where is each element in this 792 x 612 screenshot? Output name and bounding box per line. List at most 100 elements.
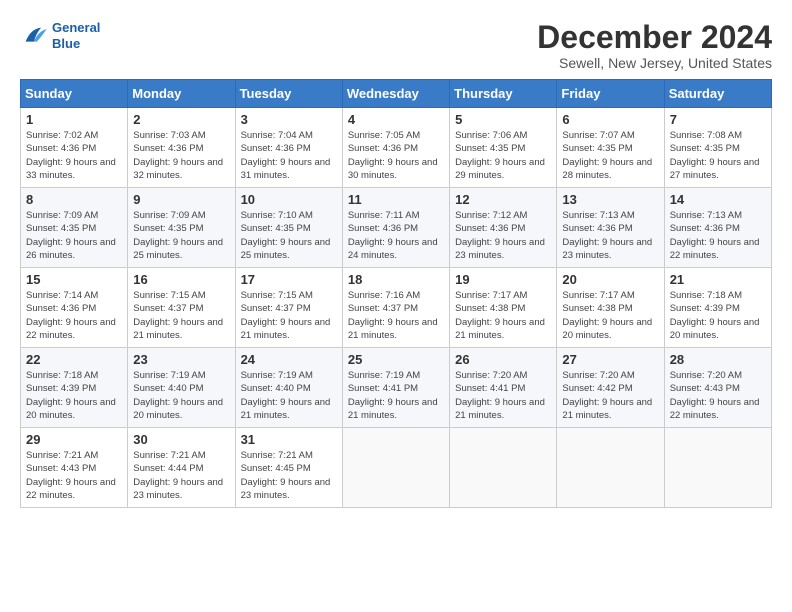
day-number: 8 <box>26 192 122 207</box>
day-info: Sunrise: 7:11 AM Sunset: 4:36 PM Dayligh… <box>348 209 444 262</box>
day-info: Sunrise: 7:08 AM Sunset: 4:35 PM Dayligh… <box>670 129 766 182</box>
logo-icon <box>20 22 48 50</box>
day-info: Sunrise: 7:13 AM Sunset: 4:36 PM Dayligh… <box>670 209 766 262</box>
day-number: 7 <box>670 112 766 127</box>
day-number: 1 <box>26 112 122 127</box>
calendar-subtitle: Sewell, New Jersey, United States <box>537 55 772 71</box>
day-info: Sunrise: 7:16 AM Sunset: 4:37 PM Dayligh… <box>348 289 444 342</box>
calendar-day-cell: 8 Sunrise: 7:09 AM Sunset: 4:35 PM Dayli… <box>21 188 128 268</box>
day-info: Sunrise: 7:09 AM Sunset: 4:35 PM Dayligh… <box>133 209 229 262</box>
day-info: Sunrise: 7:14 AM Sunset: 4:36 PM Dayligh… <box>26 289 122 342</box>
calendar-day-cell: 24 Sunrise: 7:19 AM Sunset: 4:40 PM Dayl… <box>235 348 342 428</box>
day-info: Sunrise: 7:20 AM Sunset: 4:43 PM Dayligh… <box>670 369 766 422</box>
day-number: 25 <box>348 352 444 367</box>
calendar-day-cell: 11 Sunrise: 7:11 AM Sunset: 4:36 PM Dayl… <box>342 188 449 268</box>
calendar-day-cell <box>342 428 449 508</box>
calendar-week-row: 22 Sunrise: 7:18 AM Sunset: 4:39 PM Dayl… <box>21 348 772 428</box>
weekday-header: Thursday <box>450 80 557 108</box>
day-number: 19 <box>455 272 551 287</box>
calendar-day-cell: 12 Sunrise: 7:12 AM Sunset: 4:36 PM Dayl… <box>450 188 557 268</box>
calendar-day-cell: 2 Sunrise: 7:03 AM Sunset: 4:36 PM Dayli… <box>128 108 235 188</box>
day-info: Sunrise: 7:21 AM Sunset: 4:44 PM Dayligh… <box>133 449 229 502</box>
day-info: Sunrise: 7:09 AM Sunset: 4:35 PM Dayligh… <box>26 209 122 262</box>
calendar-day-cell <box>450 428 557 508</box>
calendar-day-cell: 19 Sunrise: 7:17 AM Sunset: 4:38 PM Dayl… <box>450 268 557 348</box>
calendar-day-cell: 17 Sunrise: 7:15 AM Sunset: 4:37 PM Dayl… <box>235 268 342 348</box>
day-number: 29 <box>26 432 122 447</box>
day-info: Sunrise: 7:17 AM Sunset: 4:38 PM Dayligh… <box>562 289 658 342</box>
weekday-header: Monday <box>128 80 235 108</box>
calendar-day-cell: 10 Sunrise: 7:10 AM Sunset: 4:35 PM Dayl… <box>235 188 342 268</box>
calendar-day-cell: 23 Sunrise: 7:19 AM Sunset: 4:40 PM Dayl… <box>128 348 235 428</box>
day-info: Sunrise: 7:02 AM Sunset: 4:36 PM Dayligh… <box>26 129 122 182</box>
calendar-day-cell: 30 Sunrise: 7:21 AM Sunset: 4:44 PM Dayl… <box>128 428 235 508</box>
calendar-header-row: SundayMondayTuesdayWednesdayThursdayFrid… <box>21 80 772 108</box>
day-number: 28 <box>670 352 766 367</box>
day-number: 22 <box>26 352 122 367</box>
calendar-day-cell: 9 Sunrise: 7:09 AM Sunset: 4:35 PM Dayli… <box>128 188 235 268</box>
day-info: Sunrise: 7:19 AM Sunset: 4:41 PM Dayligh… <box>348 369 444 422</box>
calendar-week-row: 1 Sunrise: 7:02 AM Sunset: 4:36 PM Dayli… <box>21 108 772 188</box>
weekday-header: Saturday <box>664 80 771 108</box>
calendar-day-cell: 26 Sunrise: 7:20 AM Sunset: 4:41 PM Dayl… <box>450 348 557 428</box>
day-number: 26 <box>455 352 551 367</box>
day-info: Sunrise: 7:05 AM Sunset: 4:36 PM Dayligh… <box>348 129 444 182</box>
day-number: 24 <box>241 352 337 367</box>
calendar-day-cell: 29 Sunrise: 7:21 AM Sunset: 4:43 PM Dayl… <box>21 428 128 508</box>
day-info: Sunrise: 7:06 AM Sunset: 4:35 PM Dayligh… <box>455 129 551 182</box>
calendar-day-cell: 3 Sunrise: 7:04 AM Sunset: 4:36 PM Dayli… <box>235 108 342 188</box>
day-info: Sunrise: 7:15 AM Sunset: 4:37 PM Dayligh… <box>133 289 229 342</box>
calendar-day-cell <box>557 428 664 508</box>
day-number: 4 <box>348 112 444 127</box>
calendar-week-row: 15 Sunrise: 7:14 AM Sunset: 4:36 PM Dayl… <box>21 268 772 348</box>
calendar-day-cell: 25 Sunrise: 7:19 AM Sunset: 4:41 PM Dayl… <box>342 348 449 428</box>
day-number: 6 <box>562 112 658 127</box>
calendar-day-cell: 27 Sunrise: 7:20 AM Sunset: 4:42 PM Dayl… <box>557 348 664 428</box>
day-info: Sunrise: 7:13 AM Sunset: 4:36 PM Dayligh… <box>562 209 658 262</box>
day-number: 2 <box>133 112 229 127</box>
day-number: 5 <box>455 112 551 127</box>
weekday-header: Friday <box>557 80 664 108</box>
calendar-day-cell: 13 Sunrise: 7:13 AM Sunset: 4:36 PM Dayl… <box>557 188 664 268</box>
calendar-day-cell: 28 Sunrise: 7:20 AM Sunset: 4:43 PM Dayl… <box>664 348 771 428</box>
day-info: Sunrise: 7:10 AM Sunset: 4:35 PM Dayligh… <box>241 209 337 262</box>
day-info: Sunrise: 7:20 AM Sunset: 4:42 PM Dayligh… <box>562 369 658 422</box>
calendar-day-cell: 18 Sunrise: 7:16 AM Sunset: 4:37 PM Dayl… <box>342 268 449 348</box>
calendar-table: SundayMondayTuesdayWednesdayThursdayFrid… <box>20 79 772 508</box>
day-number: 20 <box>562 272 658 287</box>
calendar-day-cell: 20 Sunrise: 7:17 AM Sunset: 4:38 PM Dayl… <box>557 268 664 348</box>
day-number: 30 <box>133 432 229 447</box>
day-number: 18 <box>348 272 444 287</box>
logo: General Blue <box>20 20 100 51</box>
day-info: Sunrise: 7:18 AM Sunset: 4:39 PM Dayligh… <box>26 369 122 422</box>
day-number: 14 <box>670 192 766 207</box>
day-info: Sunrise: 7:17 AM Sunset: 4:38 PM Dayligh… <box>455 289 551 342</box>
day-number: 11 <box>348 192 444 207</box>
weekday-header: Wednesday <box>342 80 449 108</box>
day-number: 23 <box>133 352 229 367</box>
calendar-week-row: 8 Sunrise: 7:09 AM Sunset: 4:35 PM Dayli… <box>21 188 772 268</box>
day-info: Sunrise: 7:04 AM Sunset: 4:36 PM Dayligh… <box>241 129 337 182</box>
day-number: 21 <box>670 272 766 287</box>
calendar-day-cell: 6 Sunrise: 7:07 AM Sunset: 4:35 PM Dayli… <box>557 108 664 188</box>
day-number: 9 <box>133 192 229 207</box>
day-number: 16 <box>133 272 229 287</box>
calendar-day-cell: 16 Sunrise: 7:15 AM Sunset: 4:37 PM Dayl… <box>128 268 235 348</box>
calendar-day-cell: 7 Sunrise: 7:08 AM Sunset: 4:35 PM Dayli… <box>664 108 771 188</box>
calendar-day-cell <box>664 428 771 508</box>
day-info: Sunrise: 7:18 AM Sunset: 4:39 PM Dayligh… <box>670 289 766 342</box>
calendar-day-cell: 14 Sunrise: 7:13 AM Sunset: 4:36 PM Dayl… <box>664 188 771 268</box>
calendar-week-row: 29 Sunrise: 7:21 AM Sunset: 4:43 PM Dayl… <box>21 428 772 508</box>
calendar-day-cell: 1 Sunrise: 7:02 AM Sunset: 4:36 PM Dayli… <box>21 108 128 188</box>
day-info: Sunrise: 7:20 AM Sunset: 4:41 PM Dayligh… <box>455 369 551 422</box>
day-number: 12 <box>455 192 551 207</box>
day-number: 27 <box>562 352 658 367</box>
day-number: 3 <box>241 112 337 127</box>
calendar-day-cell: 22 Sunrise: 7:18 AM Sunset: 4:39 PM Dayl… <box>21 348 128 428</box>
title-area: December 2024 Sewell, New Jersey, United… <box>537 20 772 71</box>
weekday-header: Sunday <box>21 80 128 108</box>
day-number: 17 <box>241 272 337 287</box>
calendar-day-cell: 15 Sunrise: 7:14 AM Sunset: 4:36 PM Dayl… <box>21 268 128 348</box>
weekday-header: Tuesday <box>235 80 342 108</box>
day-info: Sunrise: 7:12 AM Sunset: 4:36 PM Dayligh… <box>455 209 551 262</box>
